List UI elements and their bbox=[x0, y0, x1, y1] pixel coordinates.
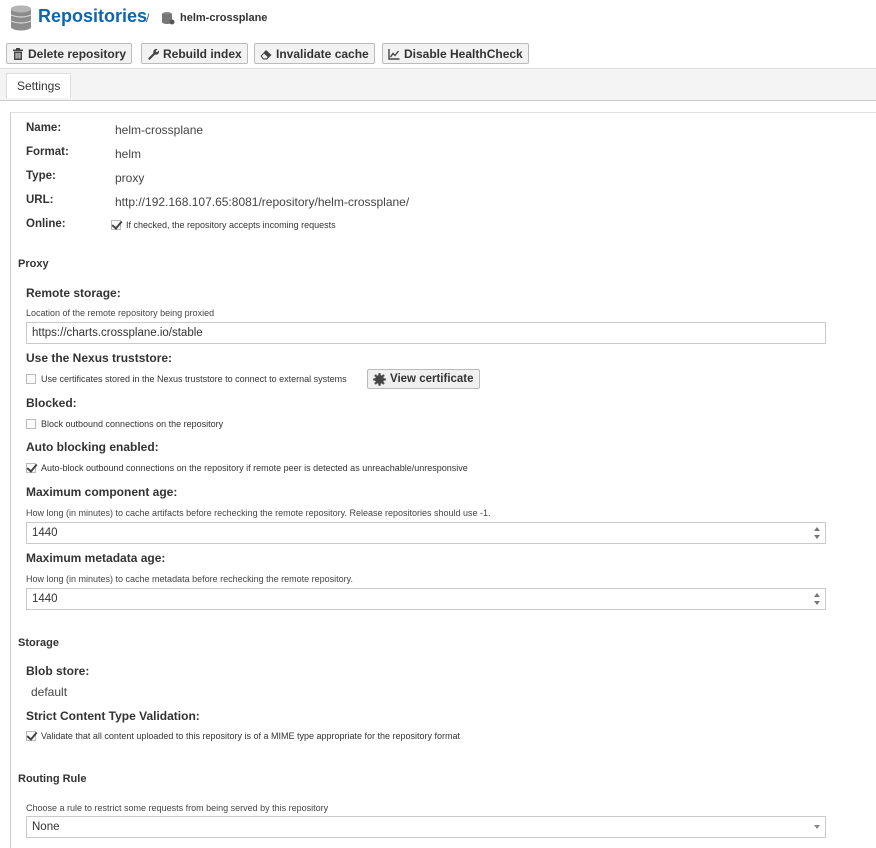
rebuild-index-button[interactable]: Rebuild index bbox=[141, 43, 248, 64]
max-component-age-help: How long (in minutes) to cache artifacts… bbox=[26, 508, 491, 518]
wrench-icon bbox=[148, 48, 159, 60]
max-component-age-value: 1440 bbox=[32, 527, 58, 539]
truststore-checkbox[interactable] bbox=[26, 374, 36, 384]
remote-storage-input[interactable]: https://charts.crossplane.io/stable bbox=[26, 322, 826, 344]
routing-rule-help: Choose a rule to restrict some requests … bbox=[26, 803, 329, 813]
blocked-checkbox-row: Block outbound connections on the reposi… bbox=[26, 419, 223, 429]
routing-section-title: Routing Rule bbox=[18, 773, 87, 785]
blocked-help: Block outbound connections on the reposi… bbox=[41, 419, 224, 429]
blob-store-value: default bbox=[31, 685, 68, 699]
certificate-icon bbox=[373, 372, 386, 386]
max-component-age-label: Maximum component age: bbox=[26, 485, 178, 499]
max-metadata-age-label: Maximum metadata age: bbox=[26, 551, 166, 565]
strict-validation-checkbox-row: Validate that all content uploaded to th… bbox=[26, 731, 460, 741]
view-certificate-label: View certificate bbox=[390, 373, 474, 385]
spinner-arrows-icon[interactable] bbox=[813, 592, 821, 606]
online-help: If checked, the repository accepts incom… bbox=[126, 220, 336, 230]
view-certificate-button[interactable]: View certificate bbox=[367, 369, 480, 389]
max-metadata-age-value: 1440 bbox=[32, 593, 58, 605]
toolbar: Delete repository Rebuild index Invalida… bbox=[0, 40, 876, 68]
format-label: Format: bbox=[26, 146, 69, 158]
tab-settings[interactable]: Settings bbox=[6, 73, 72, 98]
remote-storage-label: Remote storage: bbox=[26, 286, 121, 300]
disable-healthcheck-label: Disable HealthCheck bbox=[404, 46, 523, 61]
type-value: proxy bbox=[115, 171, 145, 185]
online-checkbox[interactable] bbox=[111, 220, 121, 230]
strict-validation-label: Strict Content Type Validation: bbox=[26, 709, 200, 723]
routing-rule-value: None bbox=[32, 821, 60, 833]
blocked-label: Blocked: bbox=[26, 396, 77, 410]
auto-blocking-checkbox[interactable] bbox=[26, 463, 36, 473]
online-label: Online: bbox=[26, 218, 66, 230]
rebuild-index-label: Rebuild index bbox=[163, 46, 242, 61]
format-value: helm bbox=[115, 147, 142, 161]
tab-bar: Settings bbox=[0, 68, 876, 101]
breadcrumb-separator: / bbox=[146, 11, 150, 25]
database-icon bbox=[10, 5, 32, 31]
spinner-arrows-icon[interactable] bbox=[813, 526, 821, 540]
auto-blocking-label: Auto blocking enabled: bbox=[26, 440, 159, 454]
blob-store-label: Blob store: bbox=[26, 664, 90, 678]
strict-validation-checkbox[interactable] bbox=[26, 731, 36, 741]
type-label: Type: bbox=[26, 170, 56, 182]
name-value: helm-crossplane bbox=[115, 123, 204, 137]
url-label: URL: bbox=[26, 194, 54, 206]
invalidate-cache-label: Invalidate cache bbox=[276, 46, 369, 61]
storage-section-title: Storage bbox=[18, 637, 59, 649]
repository-icon bbox=[162, 12, 175, 25]
truststore-label: Use the Nexus truststore: bbox=[26, 351, 173, 365]
max-metadata-age-help: How long (in minutes) to cache metadata … bbox=[26, 574, 353, 584]
page-title[interactable]: Repositories bbox=[38, 6, 147, 27]
eraser-icon bbox=[260, 49, 272, 59]
page-header: Repositories / helm-crossplane bbox=[0, 0, 876, 38]
auto-blocking-checkbox-row: Auto-block outbound connections on the r… bbox=[26, 463, 468, 473]
truststore-help: Use certificates stored in the Nexus tru… bbox=[41, 374, 347, 384]
truststore-checkbox-row: Use certificates stored in the Nexus tru… bbox=[26, 374, 347, 384]
online-checkbox-row: If checked, the repository accepts incom… bbox=[111, 220, 336, 230]
trash-icon bbox=[13, 47, 23, 60]
delete-repository-label: Delete repository bbox=[28, 46, 127, 61]
breadcrumb-current: helm-crossplane bbox=[180, 12, 268, 24]
remote-storage-help: Location of the remote repository being … bbox=[26, 308, 215, 318]
remote-storage-value: https://charts.crossplane.io/stable bbox=[32, 327, 203, 339]
delete-repository-button[interactable]: Delete repository bbox=[6, 43, 133, 64]
routing-rule-select[interactable]: None bbox=[26, 816, 826, 838]
url-value: http://192.168.107.65:8081/repository/he… bbox=[115, 195, 410, 209]
strict-validation-help: Validate that all content uploaded to th… bbox=[41, 731, 461, 741]
max-metadata-age-input[interactable]: 1440 bbox=[26, 588, 826, 610]
disable-healthcheck-button[interactable]: Disable HealthCheck bbox=[382, 43, 529, 64]
invalidate-cache-button[interactable]: Invalidate cache bbox=[254, 43, 375, 64]
name-label: Name: bbox=[26, 122, 62, 134]
max-component-age-input[interactable]: 1440 bbox=[26, 522, 826, 544]
line-chart-icon bbox=[388, 48, 400, 60]
auto-blocking-help: Auto-block outbound connections on the r… bbox=[41, 463, 468, 473]
proxy-section-title: Proxy bbox=[18, 258, 49, 270]
chevron-down-icon bbox=[814, 825, 820, 829]
blocked-checkbox[interactable] bbox=[26, 419, 36, 429]
